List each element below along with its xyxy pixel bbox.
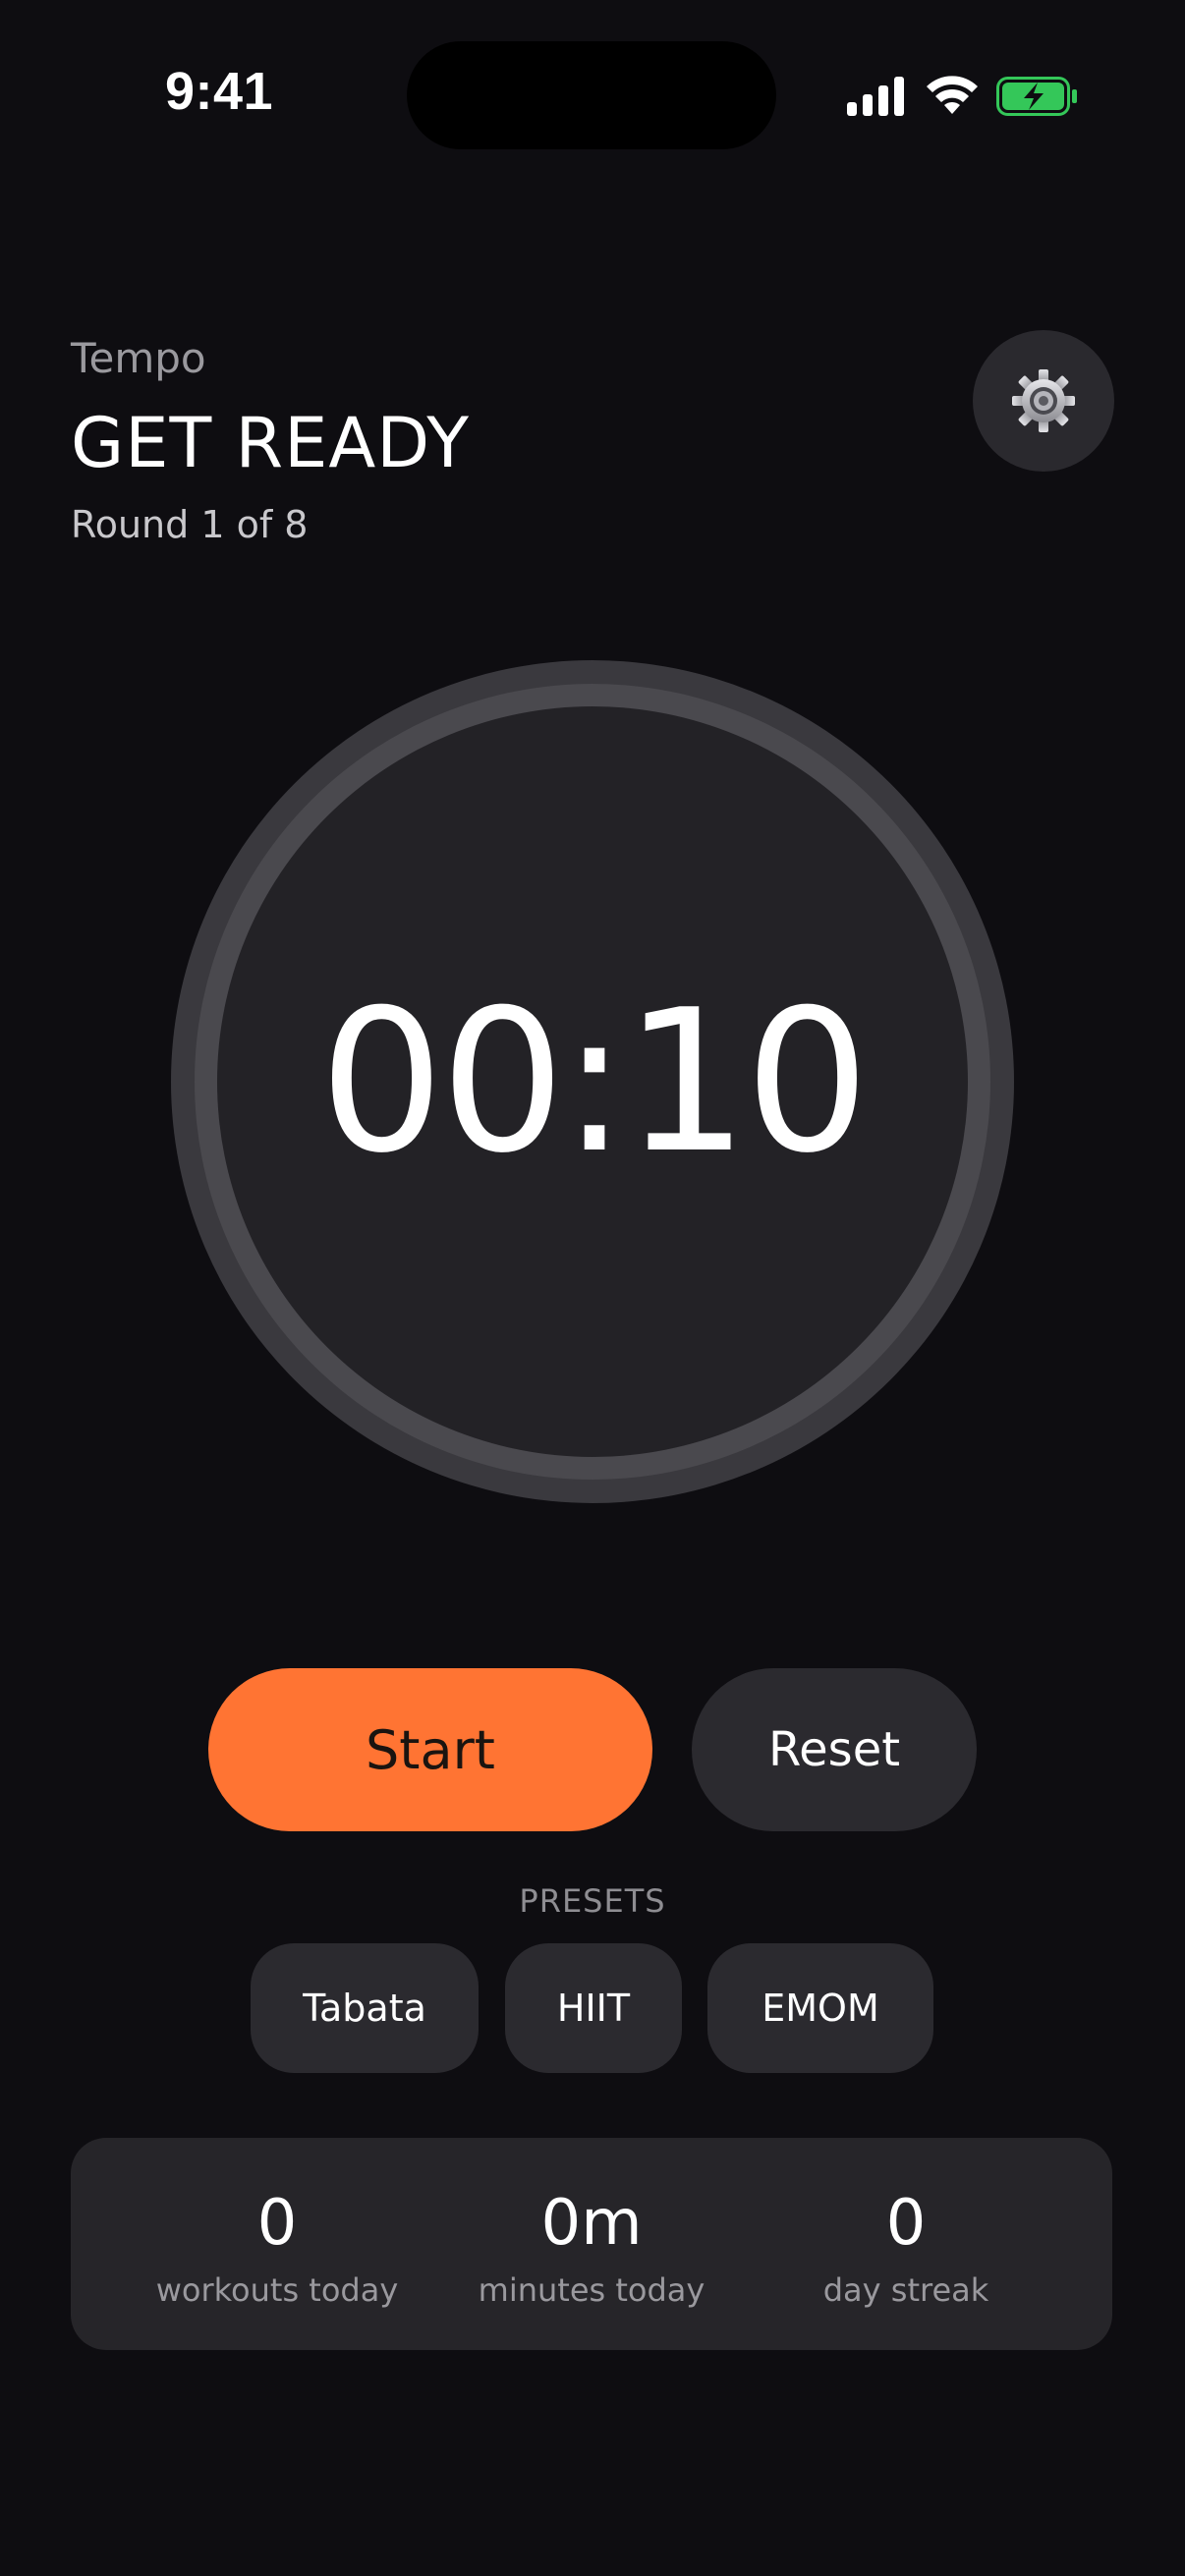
start-button[interactable]: Start (208, 1668, 652, 1831)
signal-icon (847, 77, 904, 116)
status-icons (847, 71, 1083, 120)
timer-display: 00:10 (318, 967, 870, 1197)
preset-hiit[interactable]: HIIT (505, 1943, 682, 2073)
phase-title: GET READY (71, 403, 471, 483)
stat-value: 0 (256, 2187, 298, 2260)
wifi-icon (927, 76, 978, 114)
stat-label: day streak (822, 2271, 989, 2309)
preset-tabata[interactable]: Tabata (251, 1943, 479, 2073)
reset-button[interactable]: Reset (692, 1668, 977, 1831)
presets-label: PRESETS (519, 1882, 666, 1920)
status-time: 9:41 (165, 62, 274, 121)
round-indicator: Round 1 of 8 (71, 503, 309, 546)
stat-label: minutes today (478, 2271, 705, 2309)
preset-emom[interactable]: EMOM (707, 1943, 933, 2073)
settings-button[interactable] (973, 330, 1114, 472)
stat-minutes-today: 0m minutes today (434, 2138, 749, 2350)
stat-day-streak: 0 day streak (749, 2138, 1063, 2350)
app-screen: 9:41 Tempo GET READY Round 1 of 8 00:10 … (0, 0, 1185, 2576)
dynamic-island (407, 41, 776, 149)
stat-value: 0m (540, 2187, 643, 2260)
battery-charging-icon (996, 77, 1077, 116)
stat-value: 0 (885, 2187, 927, 2260)
stat-label: workouts today (155, 2271, 399, 2309)
timer-ring: 00:10 (171, 660, 1014, 1503)
gear-icon (1012, 369, 1075, 432)
app-name: Tempo (71, 334, 206, 382)
stat-workouts-today: 0 workouts today (120, 2138, 434, 2350)
stats-card: 0 workouts today 0m minutes today 0 day … (71, 2138, 1112, 2350)
